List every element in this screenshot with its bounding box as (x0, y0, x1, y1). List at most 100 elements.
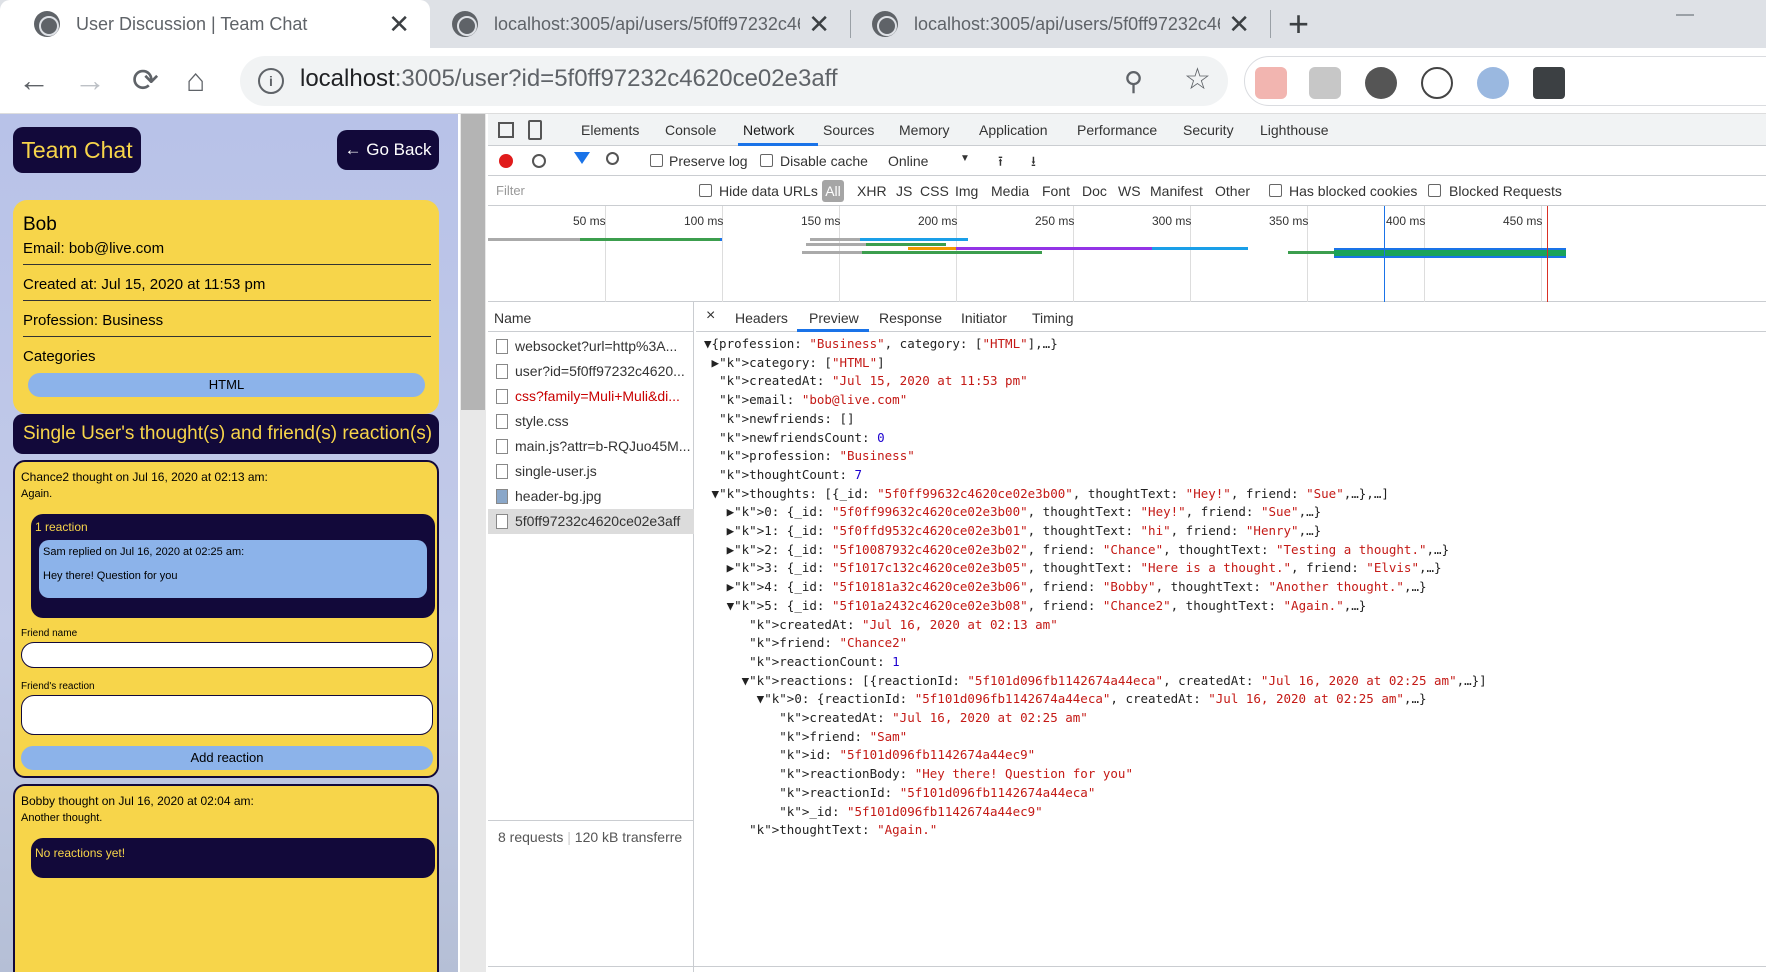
record-icon[interactable] (499, 154, 513, 168)
timeline-bar (802, 251, 862, 254)
tab-network[interactable]: Network (743, 122, 794, 138)
filter-css[interactable]: CSS (920, 183, 949, 199)
request-row[interactable]: header-bg.jpg (488, 484, 694, 509)
filter-js[interactable]: JS (896, 183, 912, 199)
request-row[interactable]: user?id=5f0ff97232c4620... (488, 359, 694, 384)
extension-avatar-icon[interactable] (1365, 67, 1397, 99)
has-blocked-cookies-checkbox[interactable] (1269, 184, 1282, 197)
tab-initiator[interactable]: Initiator (961, 310, 1007, 326)
filter-all-button[interactable]: All (822, 180, 844, 202)
device-toolbar-icon[interactable] (528, 120, 542, 140)
browser-tab[interactable]: localhost:3005/api/users/5f0ff97232c4620… (850, 0, 1270, 48)
request-row[interactable]: single-user.js (488, 459, 694, 484)
request-row[interactable]: websocket?url=http%3A... (488, 334, 694, 359)
forward-icon[interactable]: → (74, 60, 106, 100)
name-column-header[interactable]: Name (488, 302, 694, 332)
filter-font[interactable]: Font (1042, 183, 1070, 199)
scrollbar-thumb[interactable] (461, 114, 485, 410)
bookmark-star-icon[interactable]: ☆ (1184, 62, 1211, 97)
clear-icon[interactable] (532, 154, 546, 168)
extension-red-icon[interactable] (1255, 67, 1287, 99)
disable-cache-checkbox[interactable] (760, 154, 773, 167)
json-line[interactable]: ▶"k">4: {_id: "5f10181a32c4620ce02e3b06"… (704, 579, 1427, 594)
browser-tab[interactable]: localhost:3005/api/users/5f0ff97232c4620… (430, 0, 850, 48)
thought-card: Bobby thought on Jul 16, 2020 at 02:04 a… (13, 784, 439, 972)
tab-timing[interactable]: Timing (1032, 310, 1074, 326)
chevron-down-icon[interactable]: ▼ (960, 153, 970, 164)
json-preview[interactable]: ▼{profession: "Business", category: ["HT… (696, 332, 1766, 972)
filter-media[interactable]: Media (991, 183, 1029, 199)
site-info-icon[interactable]: i (258, 68, 284, 94)
filter-ws[interactable]: WS (1118, 183, 1141, 199)
filter-img[interactable]: Img (955, 183, 978, 199)
page-scrollbar[interactable] (460, 114, 486, 972)
extension-json-icon[interactable] (1421, 67, 1453, 99)
request-row[interactable]: style.css (488, 409, 694, 434)
json-line: "k">friend: "Sam" (779, 728, 908, 744)
request-row-selected[interactable]: 5f0ff97232c4620ce02e3aff (488, 509, 694, 534)
network-timeline-overview[interactable]: 50 ms 100 ms 150 ms 200 ms 250 ms 300 ms… (488, 206, 1766, 302)
request-row[interactable]: main.js?attr=b-RQJuo45M... (488, 434, 694, 459)
tab-sources[interactable]: Sources (823, 122, 874, 138)
json-line[interactable]: ▼{profession: "Business", category: ["HT… (704, 336, 1058, 351)
home-icon[interactable]: ⌂ (186, 60, 205, 100)
close-tab-icon[interactable]: ✕ (388, 11, 410, 37)
json-line[interactable]: ▶"k">category: ["HTML"] (704, 355, 885, 370)
json-line[interactable]: ▶"k">3: {_id: "5f1017c132c4620ce02e3b05"… (704, 560, 1442, 575)
friend-name-input[interactable] (21, 642, 433, 668)
globe-icon (872, 11, 898, 37)
url-text[interactable]: localhost:3005/user?id=5f0ff97232c4620ce… (300, 65, 838, 93)
blocked-requests-checkbox[interactable] (1428, 184, 1441, 197)
tab-response[interactable]: Response (879, 310, 942, 326)
close-tab-icon[interactable]: ✕ (1228, 11, 1250, 37)
friend-reaction-input[interactable] (21, 695, 433, 735)
tab-lighthouse[interactable]: Lighthouse (1260, 122, 1329, 138)
add-reaction-button[interactable]: Add reaction (21, 746, 433, 770)
json-line[interactable]: ▶"k">0: {_id: "5f0ff99632c4620ce02e3b00"… (704, 504, 1322, 519)
tab-preview[interactable]: Preview (809, 310, 859, 326)
filter-icon[interactable] (574, 152, 590, 164)
search-icon[interactable] (606, 152, 619, 165)
go-back-button[interactable]: ← Go Back (337, 130, 439, 170)
filter-doc[interactable]: Doc (1082, 183, 1107, 199)
extension-blue-icon[interactable] (1477, 67, 1509, 99)
preserve-log-checkbox[interactable] (650, 154, 663, 167)
tab-security[interactable]: Security (1183, 122, 1234, 138)
json-line[interactable]: ▼"k">reactions: [{reactionId: "5f101d096… (704, 673, 1487, 688)
back-icon[interactable]: ← (18, 60, 50, 100)
json-line[interactable]: ▶"k">2: {_id: "5f10087932c4620ce02e3b02"… (704, 542, 1450, 557)
inspect-icon[interactable] (498, 122, 514, 138)
minimize-icon[interactable] (1676, 14, 1694, 16)
tab-elements[interactable]: Elements (581, 122, 639, 138)
new-tab-button[interactable]: + (1288, 4, 1309, 44)
tab-performance[interactable]: Performance (1077, 122, 1157, 138)
tab-application[interactable]: Application (979, 122, 1048, 138)
json-line[interactable]: ▼"k">5: {_id: "5f101a2432c4620ce02e3b08"… (704, 598, 1367, 613)
close-tab-icon[interactable]: ✕ (808, 11, 830, 37)
json-line[interactable]: ▼"k">0: {reactionId: "5f101d096fb1142674… (704, 691, 1427, 706)
tab-headers[interactable]: Headers (735, 310, 788, 326)
tab-console[interactable]: Console (665, 122, 716, 138)
document-icon (496, 364, 508, 379)
filter-other[interactable]: Other (1215, 183, 1250, 199)
brand-logo[interactable]: Team Chat (13, 127, 141, 173)
export-har-icon[interactable]: ⭳ (1031, 151, 1036, 175)
json-line[interactable]: ▼"k">thoughts: [{_id: "5f0ff99632c4620ce… (704, 486, 1389, 501)
request-row[interactable]: css?family=Muli+Muli&di... (488, 384, 694, 409)
throttling-select[interactable]: Online (888, 153, 928, 169)
filter-input[interactable]: Filter (490, 180, 680, 202)
filter-xhr[interactable]: XHR (857, 183, 887, 199)
reaction-header: Sam replied on Jul 16, 2020 at 02:25 am: (43, 546, 245, 558)
hide-data-urls-checkbox[interactable] (699, 184, 712, 197)
zoom-icon[interactable]: ⚲ (1124, 66, 1143, 97)
extension-gray-icon[interactable] (1309, 67, 1341, 99)
import-har-icon[interactable]: ⭱ (998, 151, 1003, 175)
close-details-icon[interactable]: × (706, 307, 715, 325)
tab-memory[interactable]: Memory (899, 122, 950, 138)
filter-manifest[interactable]: Manifest (1150, 183, 1203, 199)
browser-tab-active[interactable]: User Discussion | Team Chat ✕ (0, 0, 430, 48)
reload-icon[interactable]: ⟳ (132, 60, 159, 100)
json-line[interactable]: ▶"k">1: {_id: "5f0ffd9532c4620ce02e3b01"… (704, 523, 1322, 538)
extensions-puzzle-icon[interactable] (1533, 67, 1565, 99)
address-bar[interactable]: i localhost:3005/user?id=5f0ff97232c4620… (240, 56, 1228, 106)
